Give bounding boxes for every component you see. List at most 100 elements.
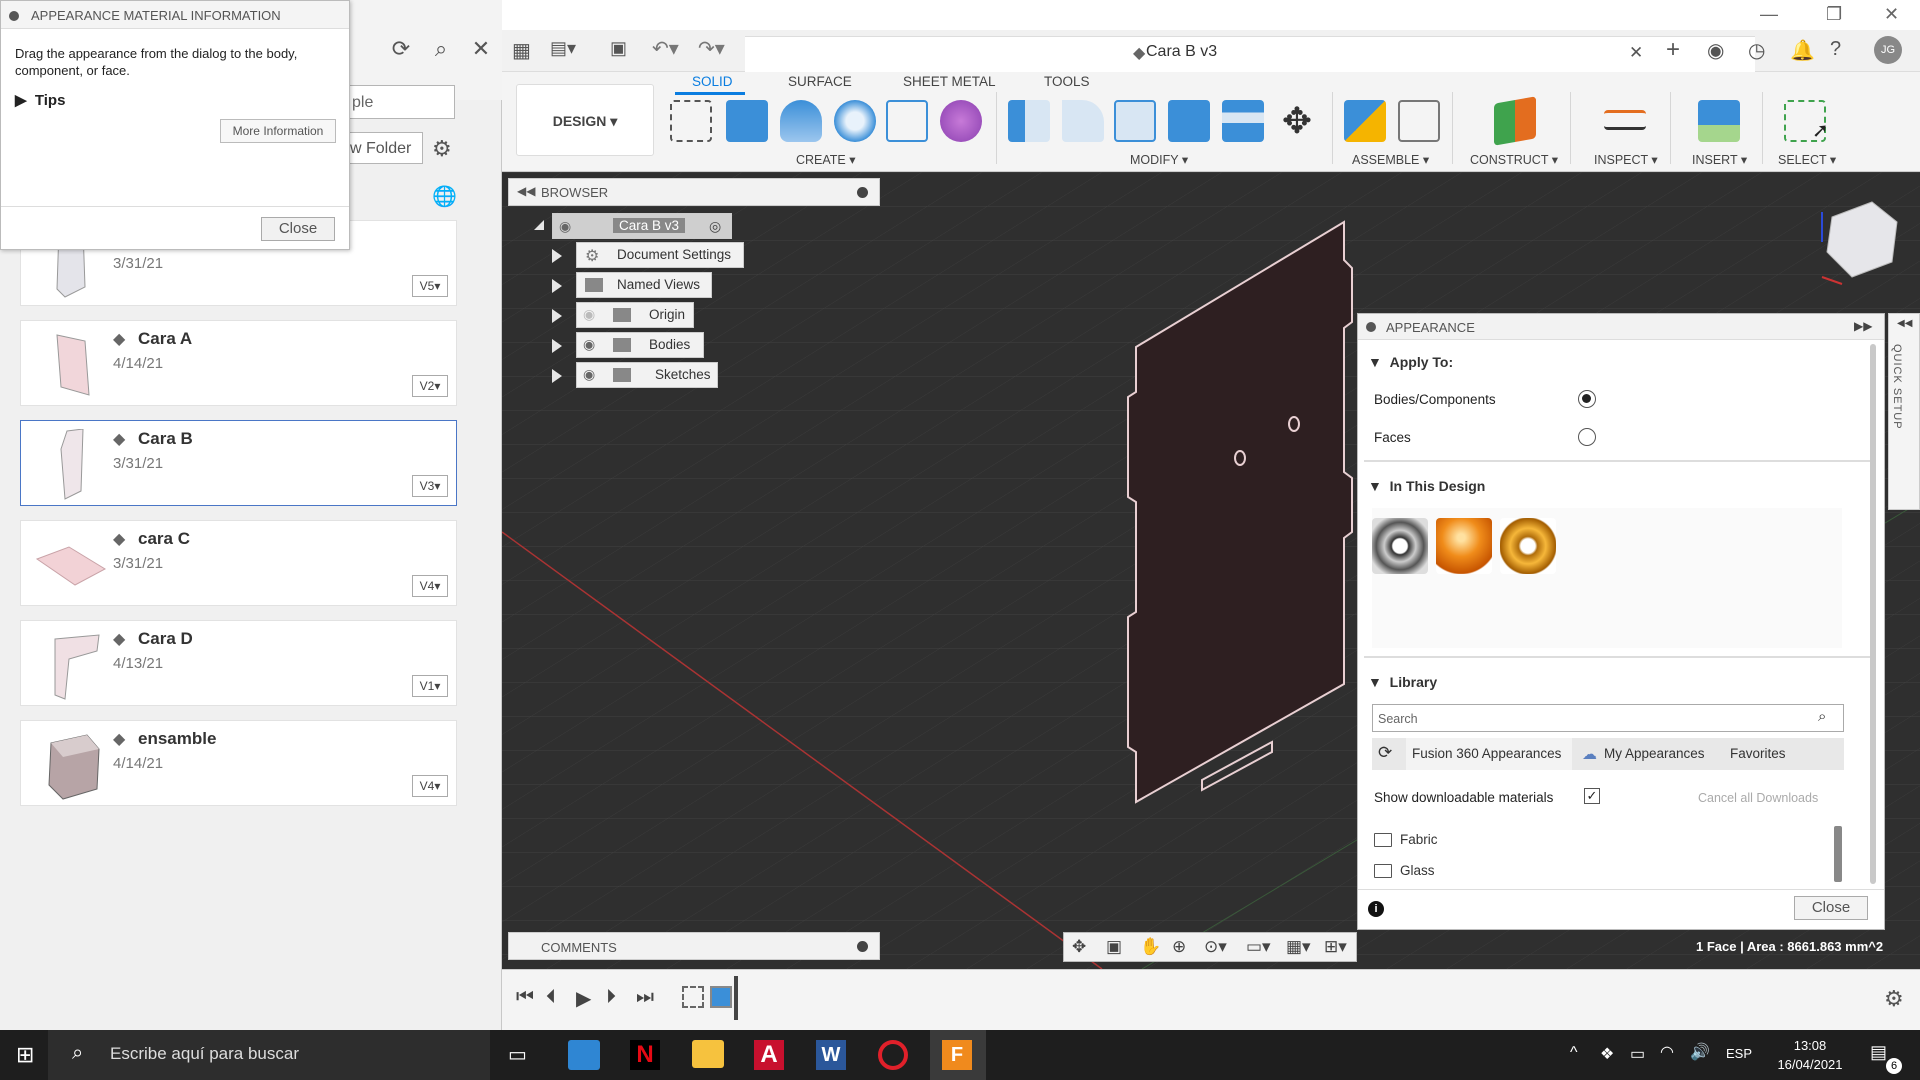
volume-icon[interactable]: 🔊 (1690, 1042, 1710, 1062)
quick-setup-tab[interactable]: ◀◀ QUICK SETUP (1888, 313, 1920, 510)
shell-icon[interactable] (1114, 100, 1156, 142)
save-icon[interactable]: ▣ (610, 38, 627, 59)
revolve-icon[interactable] (780, 100, 822, 142)
new-tab-icon[interactable]: + (1666, 36, 1680, 64)
minimize-button[interactable]: — (1760, 4, 1778, 25)
eye-hidden-icon[interactable]: ◉ (583, 306, 595, 323)
design-card-cara-c[interactable]: ◆ cara C 3/31/21 V4▾ (20, 520, 457, 606)
eye-icon[interactable]: ◉ (559, 218, 571, 235)
pin-icon[interactable] (857, 187, 868, 198)
collapse-root-icon[interactable] (534, 220, 544, 230)
tab-solid[interactable]: SOLID (692, 74, 733, 89)
play-icon[interactable]: ▶ (576, 986, 591, 1011)
restore-button[interactable]: ❐ (1826, 4, 1842, 25)
more-information-button[interactable]: More Information (220, 119, 336, 143)
workspace-switcher[interactable]: DESIGN ▾ (516, 84, 654, 156)
new-component-icon[interactable] (1344, 100, 1386, 142)
browser-item-sketches[interactable]: ◉ Sketches (576, 362, 718, 388)
info-icon[interactable]: i (1368, 901, 1384, 917)
skip-start-icon[interactable]: ⏮ (516, 986, 534, 1009)
hole-icon[interactable] (834, 100, 876, 142)
joint-icon[interactable] (1398, 100, 1440, 142)
browser-item-bodies[interactable]: ◉ Bodies (576, 332, 704, 358)
expand-icon[interactable] (552, 339, 562, 353)
tab-surface[interactable]: SURFACE (788, 74, 852, 89)
appearance-close-button[interactable]: Close (1794, 896, 1868, 920)
opera-icon[interactable] (878, 1040, 908, 1070)
timeline-marker[interactable] (734, 976, 738, 1020)
in-this-design-section[interactable]: ▼ In This Design (1368, 478, 1485, 494)
press-pull-icon[interactable] (1008, 100, 1050, 142)
modify-menu[interactable]: MODIFY ▾ (1130, 152, 1188, 167)
clock[interactable]: 13:08 16/04/2021 (1775, 1036, 1845, 1074)
tab-tools[interactable]: TOOLS (1044, 74, 1090, 89)
search-icon[interactable]: ⌕ (1818, 708, 1826, 725)
version-dropdown[interactable]: V2▾ (412, 375, 448, 397)
expand-icon[interactable] (552, 369, 562, 383)
expand-icon[interactable] (552, 309, 562, 323)
task-view-icon[interactable]: ▭ (508, 1042, 527, 1067)
extensions-icon[interactable]: ◉ (1707, 38, 1724, 63)
look-at-icon[interactable]: ▣ (1106, 937, 1122, 957)
show-downloadable-checkbox[interactable]: ✓ (1584, 788, 1600, 804)
browser-item-origin[interactable]: ◉ Origin (576, 302, 694, 328)
refresh-icon[interactable]: ⟳ (388, 36, 414, 62)
notifications-icon[interactable]: 🔔 (1790, 38, 1815, 63)
library-search-input[interactable]: Search (1372, 704, 1844, 732)
cancel-downloads-link[interactable]: Cancel all Downloads (1698, 791, 1818, 805)
dropbox-icon[interactable]: ❖ (1600, 1044, 1614, 1064)
insert-menu[interactable]: INSERT ▾ (1692, 152, 1747, 167)
language-indicator[interactable]: ESP (1726, 1046, 1752, 1061)
mail-icon[interactable] (568, 1040, 600, 1070)
apply-to-section[interactable]: ▼ Apply To: (1368, 354, 1453, 370)
design-card-cara-d[interactable]: ◆ Cara D 4/13/21 V1▾ (20, 620, 457, 706)
create-form-icon[interactable] (940, 100, 982, 142)
expand-icon[interactable] (552, 249, 562, 263)
display-settings-icon[interactable]: ▭▾ (1246, 937, 1271, 957)
dialog-close-button[interactable]: Close (261, 217, 335, 241)
document-tab[interactable]: ◆ ✕ (745, 36, 1755, 74)
wifi-icon[interactable]: ◠ (1660, 1042, 1674, 1062)
combine-icon[interactable] (1168, 100, 1210, 142)
inspect-menu[interactable]: INSPECT ▾ (1594, 152, 1658, 167)
add-comment-icon[interactable] (857, 941, 868, 952)
tab-sheet-metal[interactable]: SHEET METAL (903, 74, 996, 89)
expand-panel-icon[interactable]: ▶▶ (1854, 319, 1872, 333)
version-dropdown[interactable]: V3▾ (412, 475, 448, 497)
collapse-icon[interactable] (1366, 322, 1376, 332)
zoom-icon[interactable]: ⊕ (1172, 937, 1186, 957)
design-card-cara-a[interactable]: ◆ Cara A 4/14/21 V2▾ (20, 320, 457, 406)
measure-icon[interactable] (1604, 110, 1646, 130)
eye-icon[interactable]: ◉ (583, 366, 595, 383)
timeline-extrude-feature[interactable] (710, 986, 732, 1008)
pattern-icon[interactable] (886, 100, 928, 142)
view-cube[interactable] (1802, 192, 1902, 292)
pan-icon[interactable]: ✋ (1140, 937, 1161, 957)
gear-icon[interactable]: ⚙ (1884, 986, 1904, 1012)
swatch-chrome[interactable] (1372, 518, 1428, 574)
design-card-cara-b[interactable]: ◆ Cara B 3/31/21 V3▾ (20, 420, 457, 506)
tab-favorites[interactable]: Favorites (1724, 738, 1792, 770)
redo-icon[interactable]: ↷▾ (698, 36, 725, 61)
help-icon[interactable]: ? (1830, 38, 1841, 61)
job-status-icon[interactable]: ◷ (1748, 38, 1765, 63)
swatch-gold[interactable] (1500, 518, 1556, 574)
offset-face-icon[interactable] (1222, 100, 1264, 142)
tab-fusion-appearances[interactable]: Fusion 360 Appearances (1406, 738, 1572, 770)
library-scrollbar[interactable] (1834, 826, 1842, 882)
file-menu-icon[interactable]: ▤▾ (550, 38, 576, 59)
skip-end-icon[interactable]: ⏭ (636, 986, 654, 1009)
grid-icon[interactable]: ▦ (512, 38, 531, 63)
offset-plane-icon[interactable] (1494, 96, 1536, 146)
design-card-ensamble[interactable]: ◆ ensamble 4/14/21 V4▾ (20, 720, 457, 806)
new-folder-button[interactable]: w Folder (345, 132, 423, 164)
fit-icon[interactable]: ⊙▾ (1204, 937, 1227, 957)
version-dropdown[interactable]: V1▾ (412, 675, 448, 697)
tab-my-appearances[interactable]: ☁ My Appearances (1576, 738, 1711, 770)
swatch-orange[interactable] (1436, 518, 1492, 574)
library-section[interactable]: ▼ Library (1368, 674, 1437, 690)
viewports-icon[interactable]: ⊞▾ (1324, 937, 1347, 957)
comments-header[interactable]: COMMENTS (508, 932, 880, 960)
grid-settings-icon[interactable]: ▦▾ (1286, 937, 1311, 957)
browser-root[interactable]: ◉ Cara B v3 ◎ (552, 213, 732, 239)
